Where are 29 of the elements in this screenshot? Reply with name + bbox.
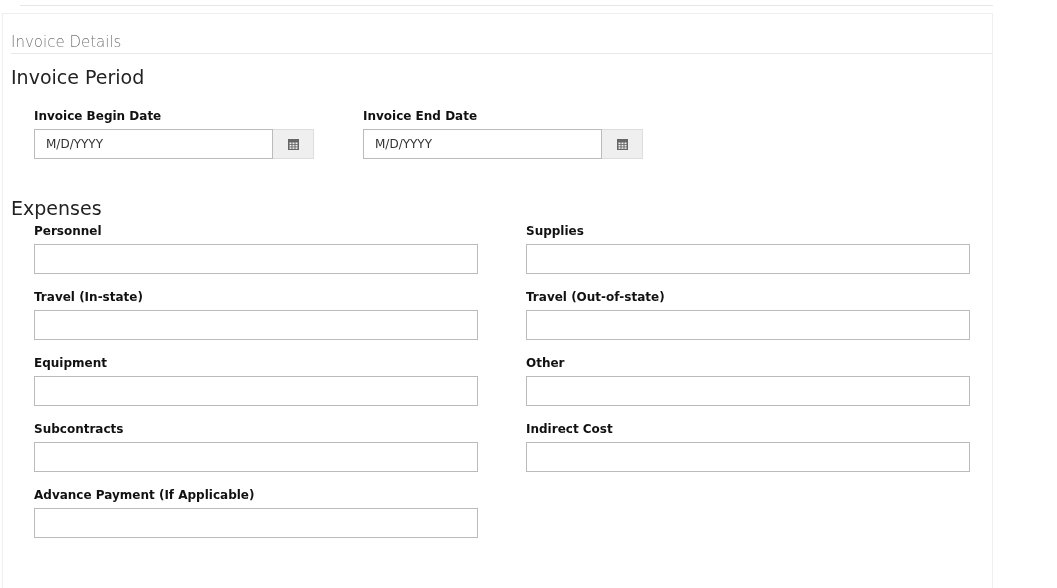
- calendar-icon: [287, 138, 299, 150]
- panel-title: Invoice Details: [11, 14, 992, 54]
- date-field[interactable]: M/D/YYYY: [34, 129, 273, 159]
- field-label: Equipment: [34, 356, 108, 370]
- field-label: Travel (Out-of-state): [526, 290, 666, 304]
- input-field[interactable]: [526, 442, 970, 472]
- input-field[interactable]: [34, 310, 478, 340]
- input-field[interactable]: [34, 442, 478, 472]
- field-label: Personnel: [34, 224, 103, 238]
- date-field[interactable]: M/D/YYYY: [363, 129, 602, 159]
- section-heading: Expenses: [11, 197, 103, 219]
- calendar-button[interactable]: [273, 129, 314, 159]
- input-field[interactable]: [526, 376, 970, 406]
- calendar-button[interactable]: [602, 129, 643, 159]
- section-heading: Invoice Period: [11, 66, 146, 88]
- input-field[interactable]: [34, 508, 478, 538]
- field-label: Invoice Begin Date: [34, 109, 163, 123]
- field-label: Other: [526, 356, 566, 370]
- calendar-icon: [616, 138, 628, 150]
- input-field[interactable]: [526, 310, 970, 340]
- input-field[interactable]: [526, 244, 970, 274]
- input-field[interactable]: [34, 244, 478, 274]
- field-label: Travel (In-state): [34, 290, 144, 304]
- input-field[interactable]: [34, 376, 478, 406]
- field-label: Indirect Cost: [526, 422, 614, 436]
- field-label: Advance Payment (If Applicable): [34, 488, 256, 502]
- field-label: Invoice End Date: [363, 109, 479, 123]
- field-label: Subcontracts: [34, 422, 125, 436]
- field-label: Supplies: [526, 224, 585, 238]
